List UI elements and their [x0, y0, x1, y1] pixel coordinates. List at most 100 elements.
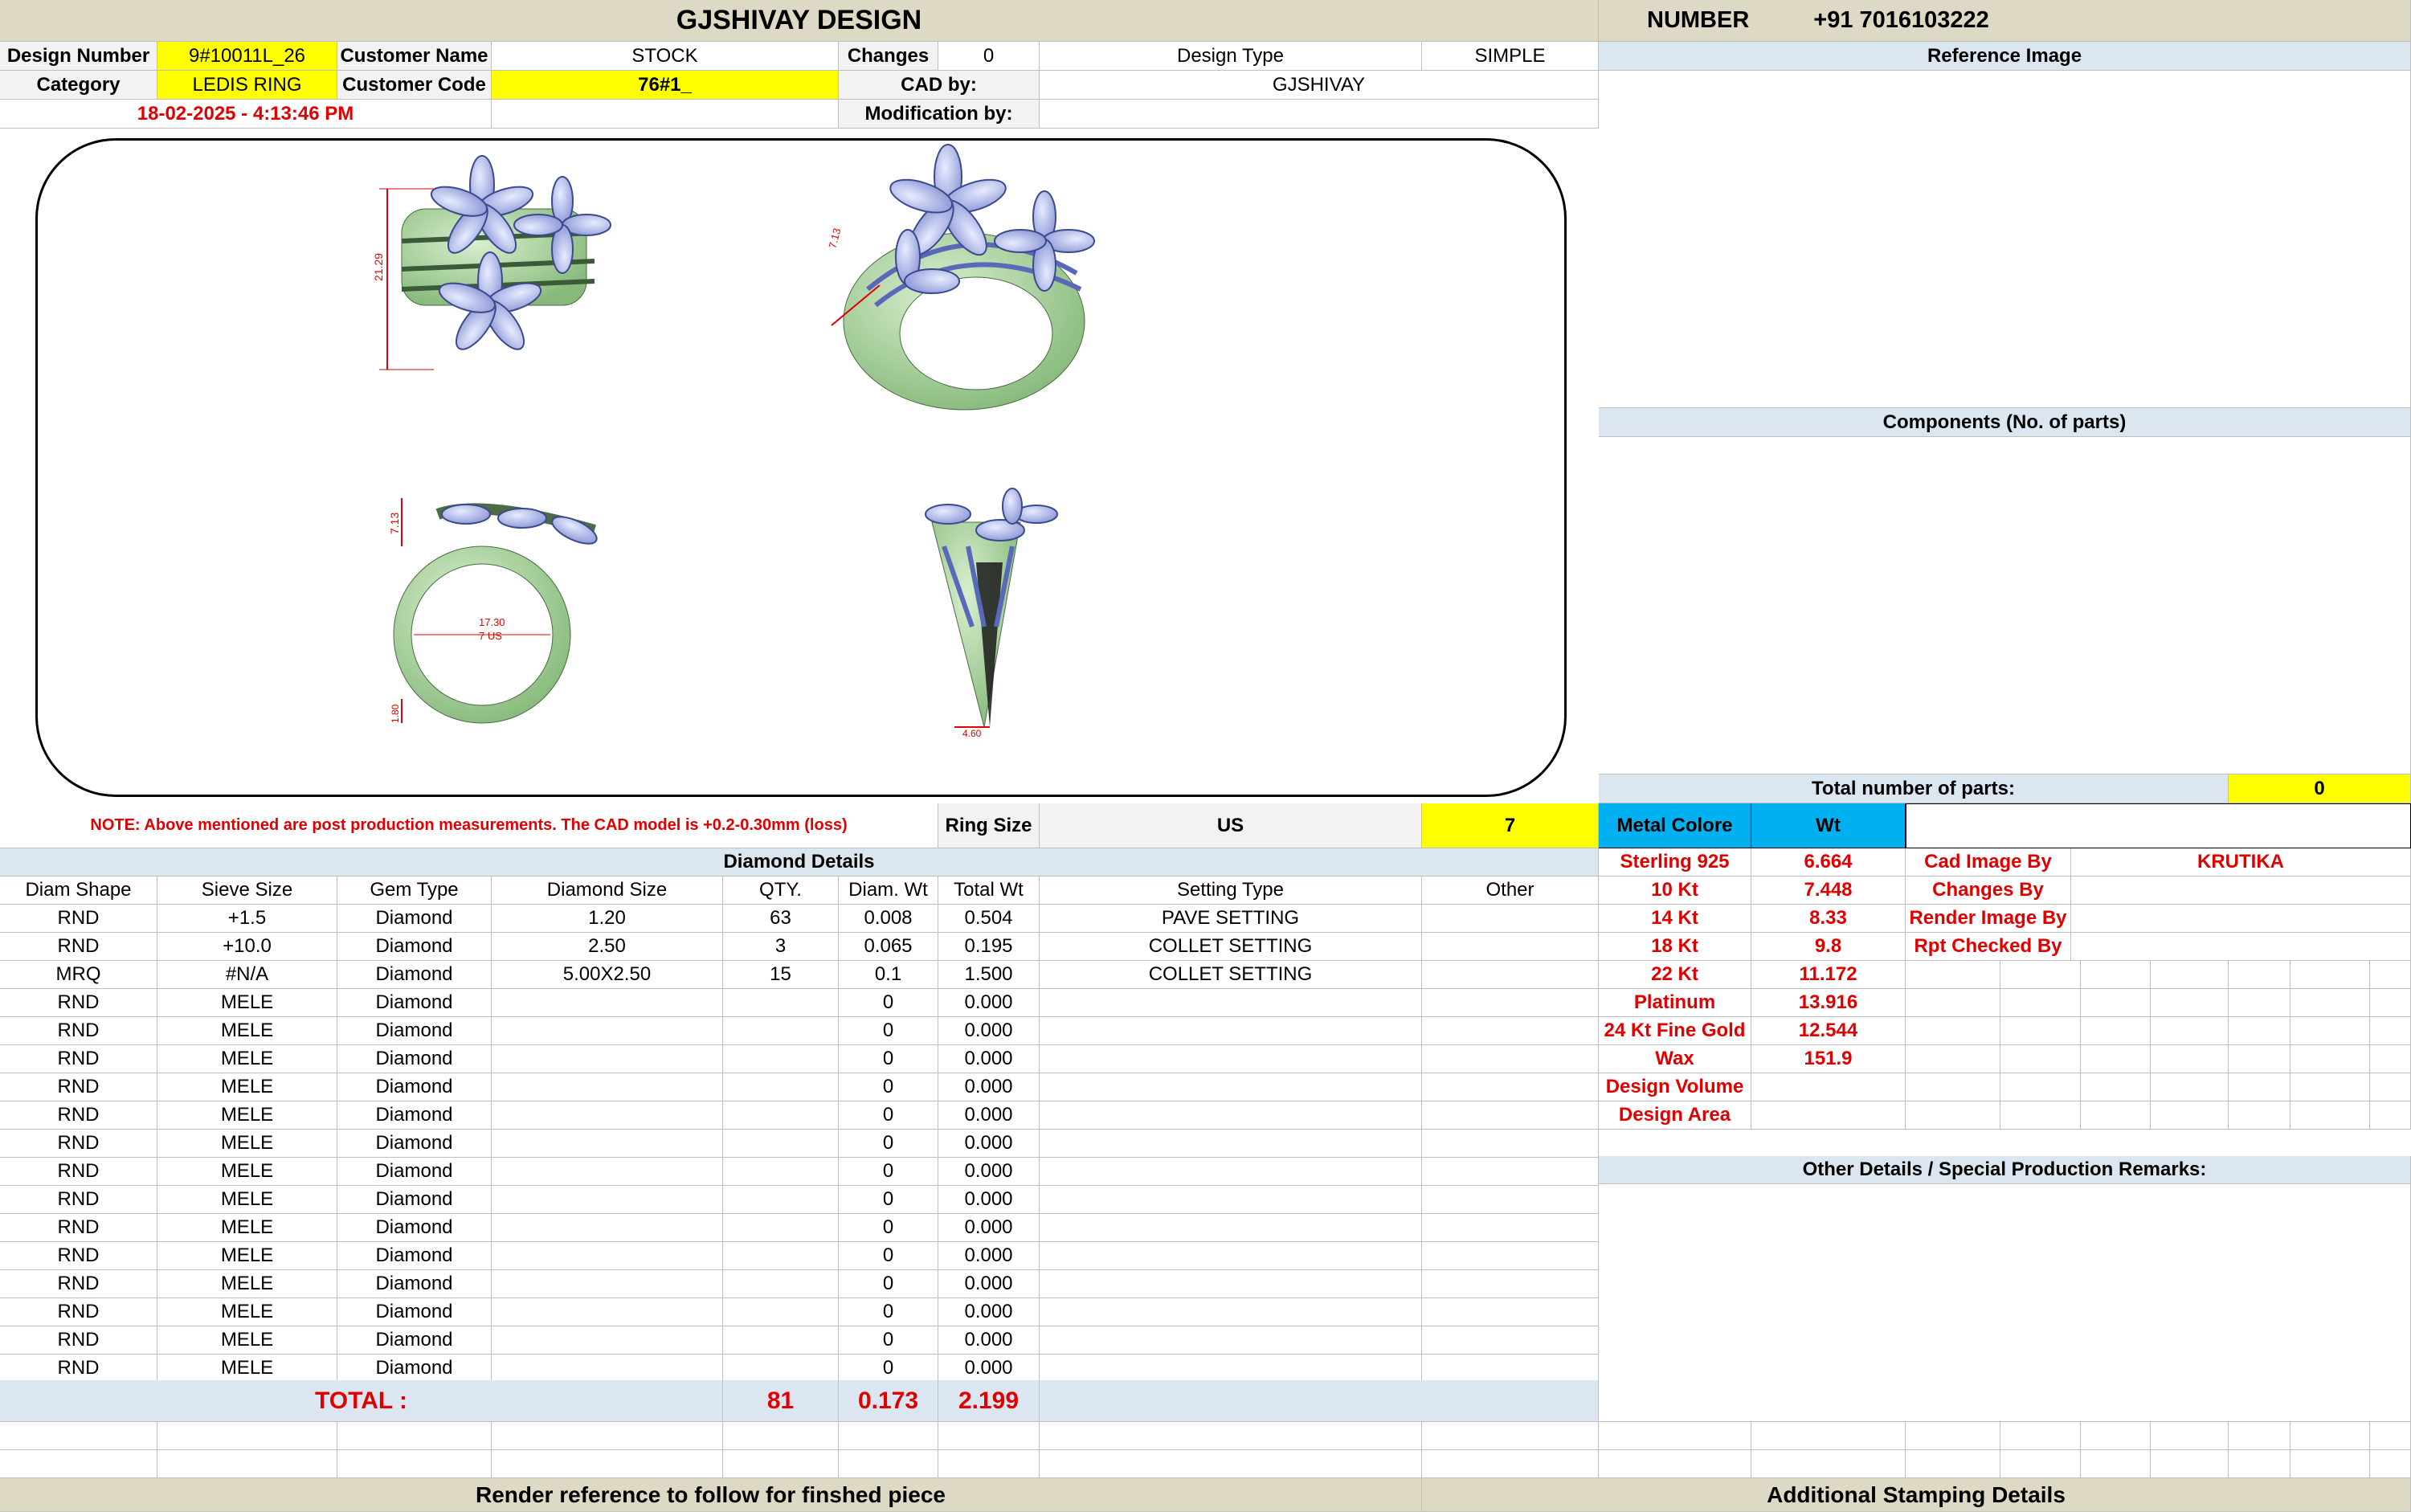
blank-cell[interactable] [2290, 1422, 2370, 1450]
table-cell-sieve-size[interactable]: MELE [157, 1073, 337, 1101]
table-cell-other[interactable] [1422, 1270, 1599, 1298]
table-cell-other[interactable] [1422, 933, 1599, 961]
table-cell-other[interactable] [1422, 1017, 1599, 1045]
table-cell-total-wt[interactable]: 0.000 [938, 1298, 1040, 1326]
table-cell-diam-wt[interactable]: 0.065 [839, 933, 938, 961]
table-cell-setting-type[interactable] [1040, 1326, 1422, 1355]
blank-cell[interactable] [2229, 1073, 2290, 1101]
table-cell-diam-shape[interactable]: RND [0, 1130, 157, 1158]
blank-cell[interactable] [2000, 961, 2081, 989]
table-cell-qty[interactable] [723, 1186, 839, 1214]
table-cell-gem-type[interactable]: Diamond [337, 1017, 492, 1045]
table-cell-other[interactable] [1422, 1073, 1599, 1101]
blank-cell[interactable] [2151, 1101, 2229, 1130]
blank-cell[interactable] [2081, 1045, 2151, 1073]
blank-cell[interactable] [2151, 1045, 2229, 1073]
total-parts-value[interactable]: 0 [2229, 774, 2411, 803]
blank-cell[interactable] [2151, 1017, 2229, 1045]
table-cell-gem-type[interactable]: Diamond [337, 933, 492, 961]
table-cell-qty[interactable] [723, 1017, 839, 1045]
blank-cell[interactable] [839, 1450, 938, 1478]
table-cell-total-wt[interactable]: 0.195 [938, 933, 1040, 961]
table-cell-diamond-size[interactable] [492, 1045, 723, 1073]
metal-wt[interactable]: 13.916 [1751, 989, 1906, 1017]
blank-cell[interactable] [2000, 989, 2081, 1017]
table-cell-qty[interactable]: 15 [723, 961, 839, 989]
blank-cell[interactable] [1906, 1422, 2000, 1450]
table-cell-diam-shape[interactable]: RND [0, 1186, 157, 1214]
blank-cell[interactable] [1599, 1450, 1751, 1478]
blank-cell[interactable] [1906, 989, 2000, 1017]
blank-cell[interactable] [2370, 1045, 2411, 1073]
table-cell-sieve-size[interactable]: MELE [157, 1270, 337, 1298]
blank-cell[interactable] [2229, 989, 2290, 1017]
table-cell-diam-shape[interactable]: RND [0, 905, 157, 933]
changes-value[interactable]: 0 [938, 42, 1040, 71]
table-cell-diam-shape[interactable]: RND [0, 1355, 157, 1383]
table-cell-other[interactable] [1422, 905, 1599, 933]
modification-by-value[interactable] [1040, 100, 1599, 129]
metal-wt[interactable]: 12.544 [1751, 1017, 1906, 1045]
table-cell-other[interactable] [1422, 1326, 1599, 1355]
table-cell-diam-shape[interactable]: RND [0, 1214, 157, 1242]
table-cell-diam-wt[interactable]: 0 [839, 1355, 938, 1383]
table-cell-total-wt[interactable]: 0.000 [938, 1045, 1040, 1073]
table-cell-sieve-size[interactable]: MELE [157, 1242, 337, 1270]
table-cell-diam-wt[interactable]: 0 [839, 1298, 938, 1326]
table-cell-qty[interactable]: 3 [723, 933, 839, 961]
blank-cell[interactable] [2000, 1045, 2081, 1073]
table-cell-setting-type[interactable]: COLLET SETTING [1040, 933, 1422, 961]
table-cell-diam-wt[interactable]: 0 [839, 1045, 938, 1073]
table-cell-gem-type[interactable]: Diamond [337, 1270, 492, 1298]
table-cell-diam-shape[interactable]: RND [0, 1298, 157, 1326]
table-cell-diam-wt[interactable]: 0 [839, 1073, 938, 1101]
table-cell-qty[interactable] [723, 1270, 839, 1298]
table-cell-setting-type[interactable] [1040, 1355, 1422, 1383]
table-cell-gem-type[interactable]: Diamond [337, 1242, 492, 1270]
table-cell-setting-type[interactable] [1040, 1186, 1422, 1214]
blank-cell[interactable] [2081, 1101, 2151, 1130]
table-cell-sieve-size[interactable]: MELE [157, 1101, 337, 1130]
table-cell-gem-type[interactable]: Diamond [337, 1214, 492, 1242]
blank-cell[interactable] [0, 1422, 157, 1450]
table-cell-other[interactable] [1422, 1355, 1599, 1383]
blank-cell[interactable] [723, 1450, 839, 1478]
table-cell-other[interactable] [1422, 1214, 1599, 1242]
blank-cell[interactable] [2229, 1422, 2290, 1450]
blank-cell[interactable] [2290, 1045, 2370, 1073]
blank-cell[interactable] [0, 1450, 157, 1478]
blank-cell[interactable] [2229, 961, 2290, 989]
table-cell-qty[interactable] [723, 1355, 839, 1383]
blank-cell[interactable] [1040, 1450, 1422, 1478]
table-cell-diamond-size[interactable] [492, 1326, 723, 1355]
table-cell-gem-type[interactable]: Diamond [337, 1298, 492, 1326]
blank-cell[interactable] [2081, 1017, 2151, 1045]
table-cell-diam-shape[interactable]: RND [0, 1017, 157, 1045]
table-cell-total-wt[interactable]: 0.000 [938, 1101, 1040, 1130]
metal-wt[interactable]: 8.33 [1751, 905, 1906, 933]
blank-cell[interactable] [2000, 1422, 2081, 1450]
blank-cell[interactable] [2081, 1073, 2151, 1101]
table-cell-total-wt[interactable]: 0.000 [938, 1130, 1040, 1158]
blank-cell[interactable] [2290, 1450, 2370, 1478]
table-cell-diamond-size[interactable] [492, 989, 723, 1017]
blank-cell[interactable] [1422, 1422, 1599, 1450]
table-cell-diamond-size[interactable] [492, 1130, 723, 1158]
cad-by-value[interactable]: GJSHIVAY [1040, 71, 1599, 100]
table-cell-diam-wt[interactable]: 0 [839, 1242, 938, 1270]
table-cell-sieve-size[interactable]: MELE [157, 1045, 337, 1073]
table-cell-diamond-size[interactable] [492, 1158, 723, 1186]
blank-cell[interactable] [157, 1422, 337, 1450]
table-cell-other[interactable] [1422, 989, 1599, 1017]
blank-cell[interactable] [2000, 1073, 2081, 1101]
table-cell-gem-type[interactable]: Diamond [337, 1355, 492, 1383]
table-cell-diamond-size[interactable] [492, 1298, 723, 1326]
table-cell-other[interactable] [1422, 1298, 1599, 1326]
table-cell-diam-wt[interactable]: 0.008 [839, 905, 938, 933]
blank-cell[interactable] [2229, 1017, 2290, 1045]
table-cell-qty[interactable] [723, 1326, 839, 1355]
table-cell-diamond-size[interactable] [492, 1073, 723, 1101]
blank-cell[interactable] [2000, 1450, 2081, 1478]
table-cell-diamond-size[interactable]: 1.20 [492, 905, 723, 933]
blank-cell[interactable] [1040, 1422, 1422, 1450]
